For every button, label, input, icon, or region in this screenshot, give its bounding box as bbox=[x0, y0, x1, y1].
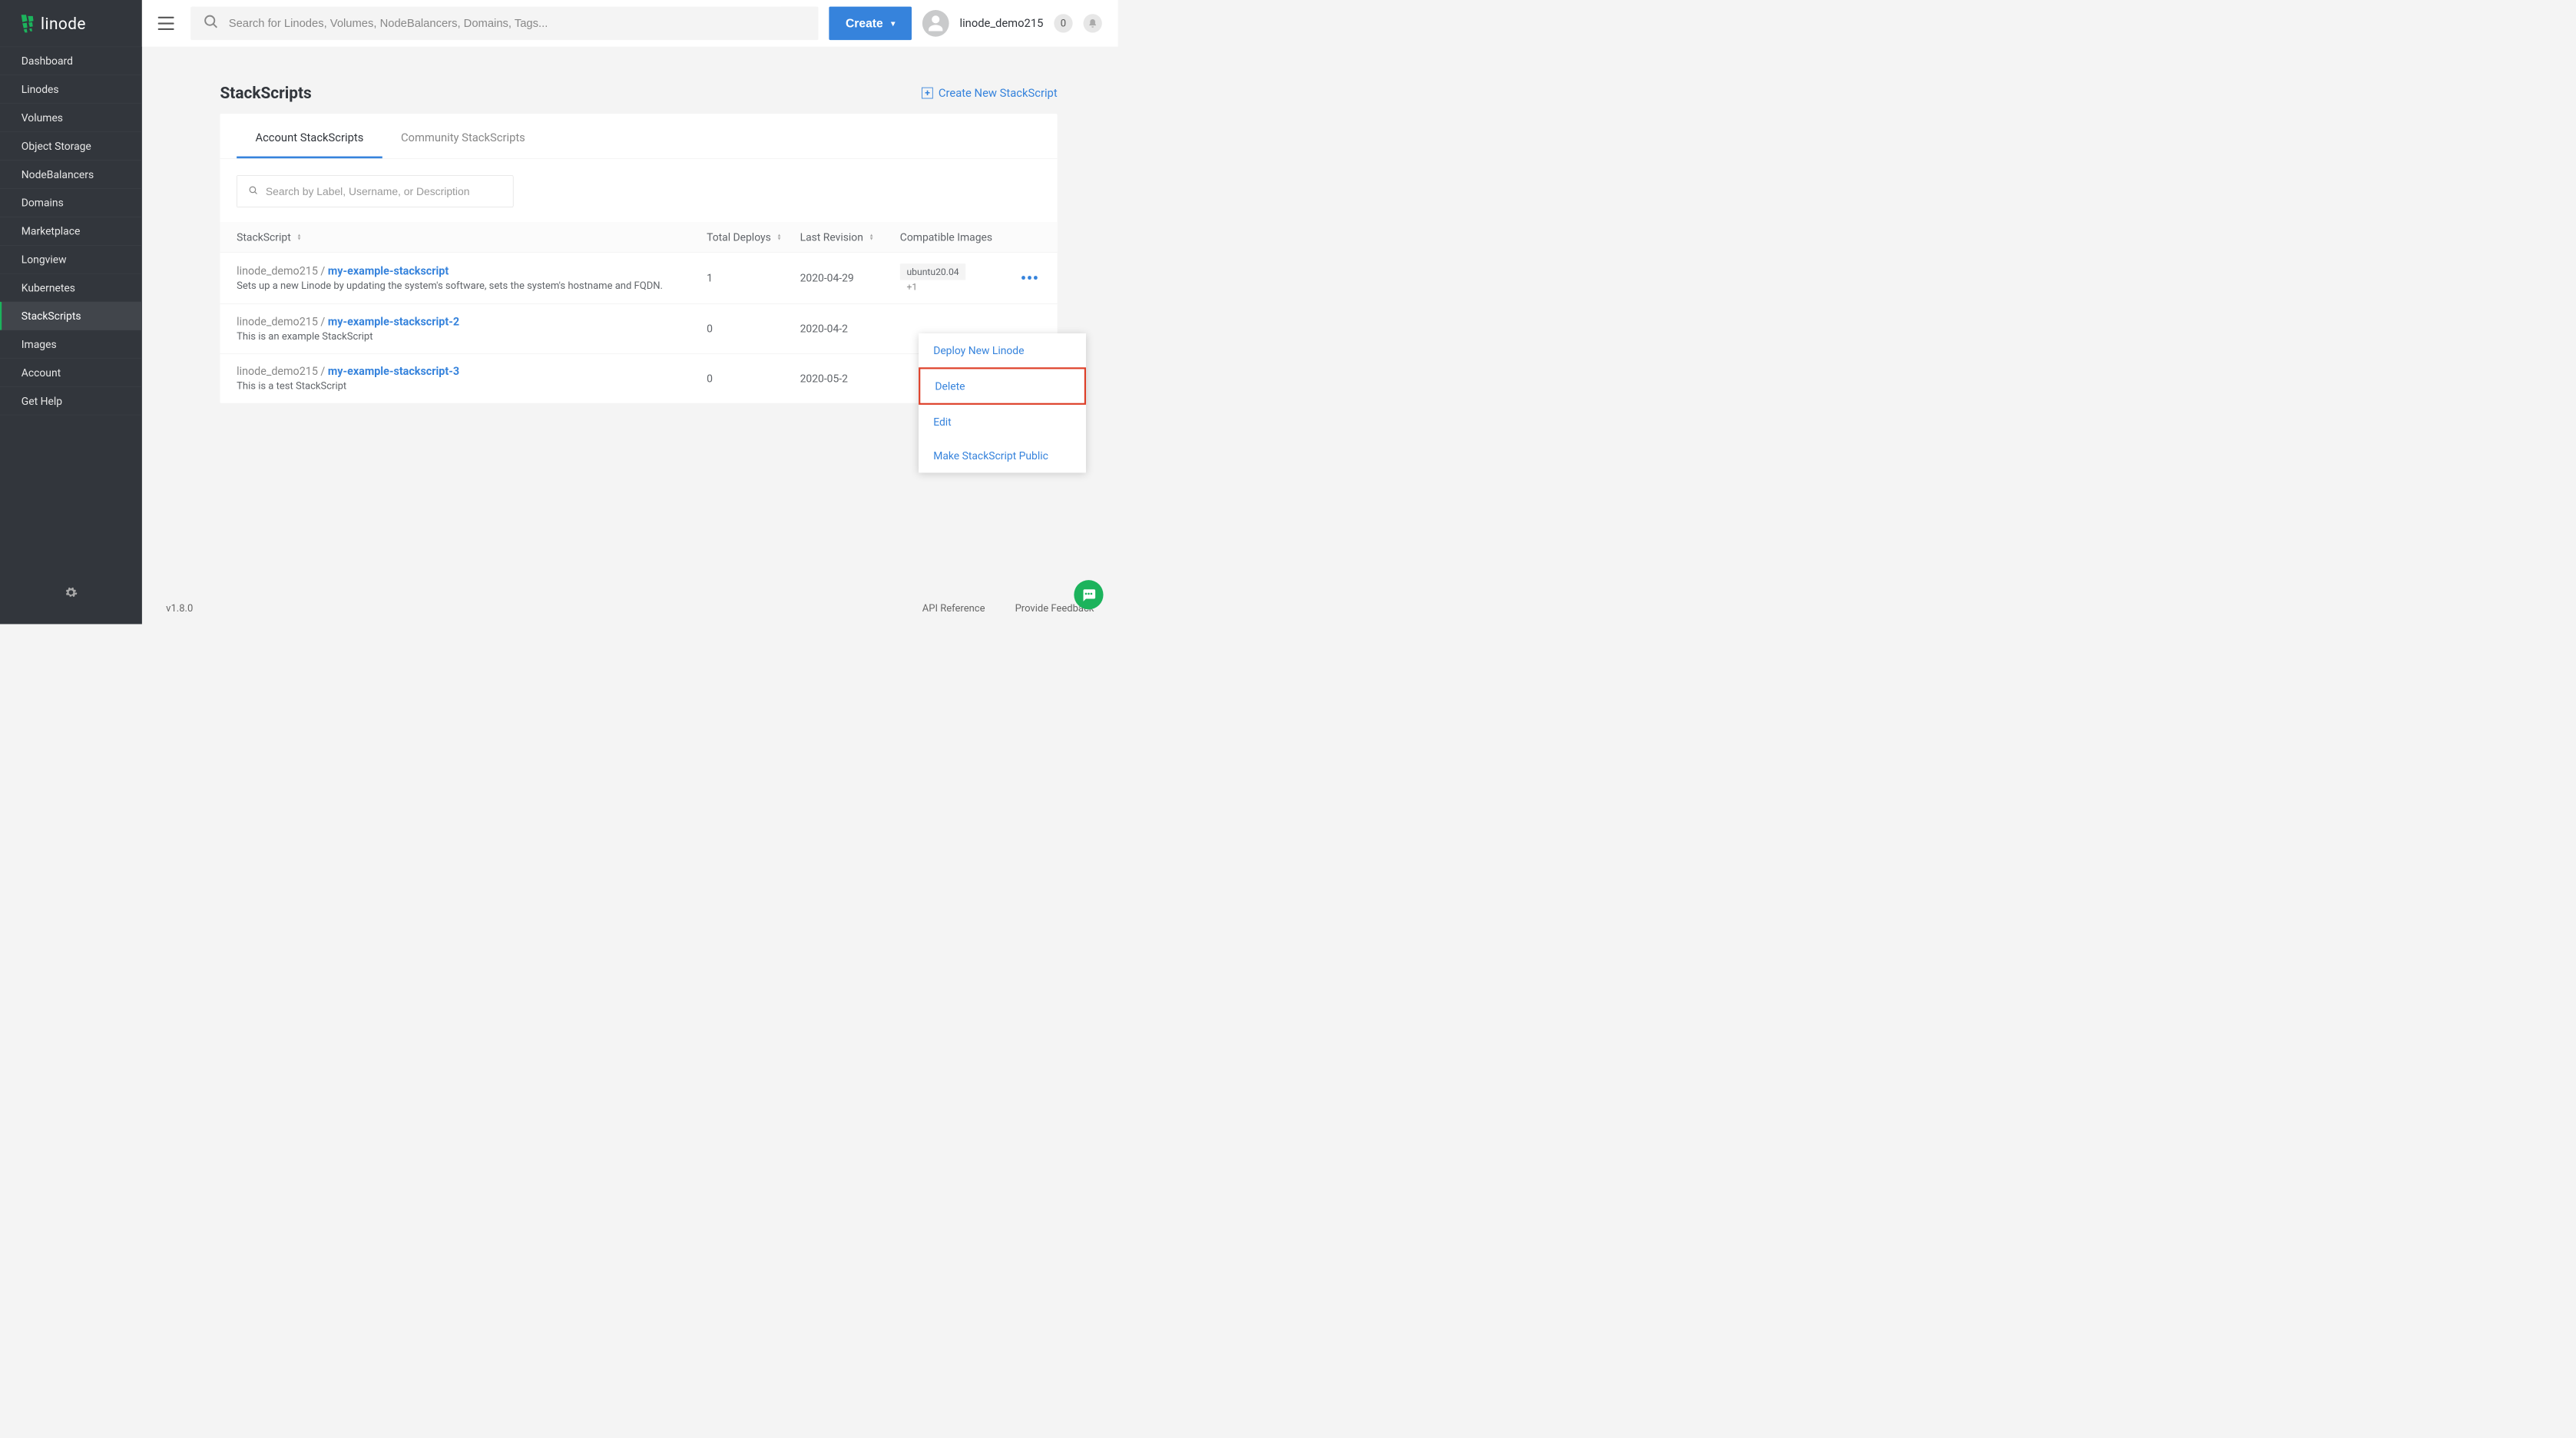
create-link-label: Create New StackScript bbox=[939, 86, 1058, 99]
sort-icon: ▲▼ bbox=[777, 234, 782, 240]
sidebar-item-stackscripts[interactable]: StackScripts bbox=[0, 302, 142, 330]
row-desc: Sets up a new Linode by updating the sys… bbox=[237, 280, 707, 291]
cell-script: linode_demo215 / my-example-stackscript-… bbox=[237, 316, 707, 343]
action-menu: Deploy New Linode Delete Edit Make Stack… bbox=[919, 333, 1086, 472]
nav: Dashboard Linodes Volumes Object Storage… bbox=[0, 47, 142, 565]
page-header: StackScripts + Create New StackScript bbox=[220, 84, 1057, 103]
sidebar-item-nodebalancers[interactable]: NodeBalancers bbox=[0, 160, 142, 188]
gear-icon[interactable] bbox=[65, 586, 78, 603]
sidebar-item-account[interactable]: Account bbox=[0, 359, 142, 387]
col-revision[interactable]: Last Revision▲▼ bbox=[800, 230, 900, 243]
logo-area: linode bbox=[0, 0, 142, 47]
search-box bbox=[190, 7, 818, 40]
row-label[interactable]: my-example-stackscript bbox=[328, 265, 449, 278]
sidebar-item-marketplace[interactable]: Marketplace bbox=[0, 217, 142, 245]
cell-revision: 2020-05-2 bbox=[800, 372, 900, 384]
chat-icon bbox=[1081, 587, 1097, 603]
sidebar: linode Dashboard Linodes Volumes Object … bbox=[0, 0, 142, 624]
notification-count[interactable]: 0 bbox=[1054, 14, 1072, 32]
menu-edit[interactable]: Edit bbox=[919, 405, 1086, 439]
sort-icon: ▲▼ bbox=[869, 234, 874, 240]
row-user: linode_demo215 bbox=[237, 316, 318, 329]
row-desc: This is an example StackScript bbox=[237, 330, 707, 342]
page-title: StackScripts bbox=[220, 84, 311, 103]
main: Create ▾ linode_demo215 0 StackScripts +… bbox=[142, 0, 1118, 624]
table-row: linode_demo215 / my-example-stackscript … bbox=[220, 253, 1057, 304]
content: StackScripts + Create New StackScript Ac… bbox=[142, 47, 1118, 625]
sidebar-item-linodes[interactable]: Linodes bbox=[0, 75, 142, 104]
row-label[interactable]: my-example-stackscript-2 bbox=[328, 316, 459, 329]
logo-text: linode bbox=[41, 14, 86, 33]
create-new-stackscript-link[interactable]: + Create New StackScript bbox=[922, 86, 1057, 99]
menu-delete[interactable]: Delete bbox=[919, 367, 1086, 405]
table-header: StackScript▲▼ Total Deploys▲▼ Last Revis… bbox=[220, 222, 1057, 252]
filter-input[interactable] bbox=[266, 185, 501, 197]
cell-deploys: 1 bbox=[707, 272, 800, 284]
filter-row bbox=[220, 159, 1057, 222]
sidebar-item-longview[interactable]: Longview bbox=[0, 245, 142, 273]
logo[interactable]: linode bbox=[20, 12, 86, 34]
global-search-input[interactable] bbox=[229, 17, 805, 30]
cell-script: linode_demo215 / my-example-stackscript-… bbox=[237, 365, 707, 392]
version: v1.8.0 bbox=[166, 602, 892, 614]
tab-account-stackscripts[interactable]: Account StackScripts bbox=[237, 114, 382, 158]
chevron-down-icon: ▾ bbox=[891, 18, 895, 28]
sort-icon: ▲▼ bbox=[297, 234, 302, 240]
linode-logo-icon bbox=[20, 12, 35, 34]
more-actions-icon[interactable]: ••• bbox=[1021, 270, 1039, 287]
help-fab[interactable] bbox=[1074, 580, 1103, 609]
cell-revision: 2020-04-2 bbox=[800, 323, 900, 335]
topbar: Create ▾ linode_demo215 0 bbox=[142, 0, 1118, 47]
tabs: Account StackScripts Community StackScri… bbox=[220, 114, 1057, 159]
menu-deploy-new-linode[interactable]: Deploy New Linode bbox=[919, 333, 1086, 367]
search-icon bbox=[249, 186, 257, 197]
hamburger-icon[interactable] bbox=[158, 17, 174, 30]
row-user: linode_demo215 bbox=[237, 365, 318, 378]
filter-input-wrap bbox=[237, 175, 513, 207]
sidebar-item-volumes[interactable]: Volumes bbox=[0, 104, 142, 132]
sidebar-item-images[interactable]: Images bbox=[0, 330, 142, 359]
plus-icon: + bbox=[922, 87, 933, 98]
username[interactable]: linode_demo215 bbox=[959, 17, 1043, 30]
cell-deploys: 0 bbox=[707, 372, 800, 384]
api-reference-link[interactable]: API Reference bbox=[922, 602, 985, 614]
sidebar-item-dashboard[interactable]: Dashboard bbox=[0, 47, 142, 75]
cell-actions: ••• bbox=[1021, 270, 1041, 287]
footer: v1.8.0 API Reference Provide Feedback bbox=[142, 592, 1118, 625]
cell-deploys: 0 bbox=[707, 323, 800, 335]
sidebar-item-kubernetes[interactable]: Kubernetes bbox=[0, 273, 142, 302]
sidebar-item-get-help[interactable]: Get Help bbox=[0, 386, 142, 415]
tab-community-stackscripts[interactable]: Community StackScripts bbox=[382, 114, 544, 158]
cell-revision: 2020-04-29 bbox=[800, 272, 900, 284]
menu-make-public[interactable]: Make StackScript Public bbox=[919, 439, 1086, 472]
sidebar-item-object-storage[interactable]: Object Storage bbox=[0, 131, 142, 160]
create-button-label: Create bbox=[846, 16, 883, 30]
cell-script: linode_demo215 / my-example-stackscript … bbox=[237, 265, 707, 292]
create-button[interactable]: Create ▾ bbox=[829, 7, 912, 40]
cell-images: ubuntu20.04 +1 bbox=[900, 263, 1021, 292]
row-label[interactable]: my-example-stackscript-3 bbox=[328, 365, 459, 378]
row-user: linode_demo215 bbox=[237, 265, 318, 278]
col-deploys[interactable]: Total Deploys▲▼ bbox=[707, 230, 800, 243]
sidebar-item-domains[interactable]: Domains bbox=[0, 188, 142, 217]
user-area: linode_demo215 0 bbox=[922, 10, 1102, 37]
image-tag: ubuntu20.04 bbox=[900, 263, 965, 280]
avatar[interactable] bbox=[922, 10, 949, 37]
col-images: Compatible Images bbox=[900, 230, 1041, 243]
bell-icon[interactable] bbox=[1084, 14, 1102, 32]
row-desc: This is a test StackScript bbox=[237, 380, 707, 392]
image-more: +1 bbox=[900, 281, 924, 292]
sidebar-bottom bbox=[0, 564, 142, 624]
search-icon bbox=[204, 15, 218, 32]
col-stackscript[interactable]: StackScript▲▼ bbox=[237, 230, 707, 243]
